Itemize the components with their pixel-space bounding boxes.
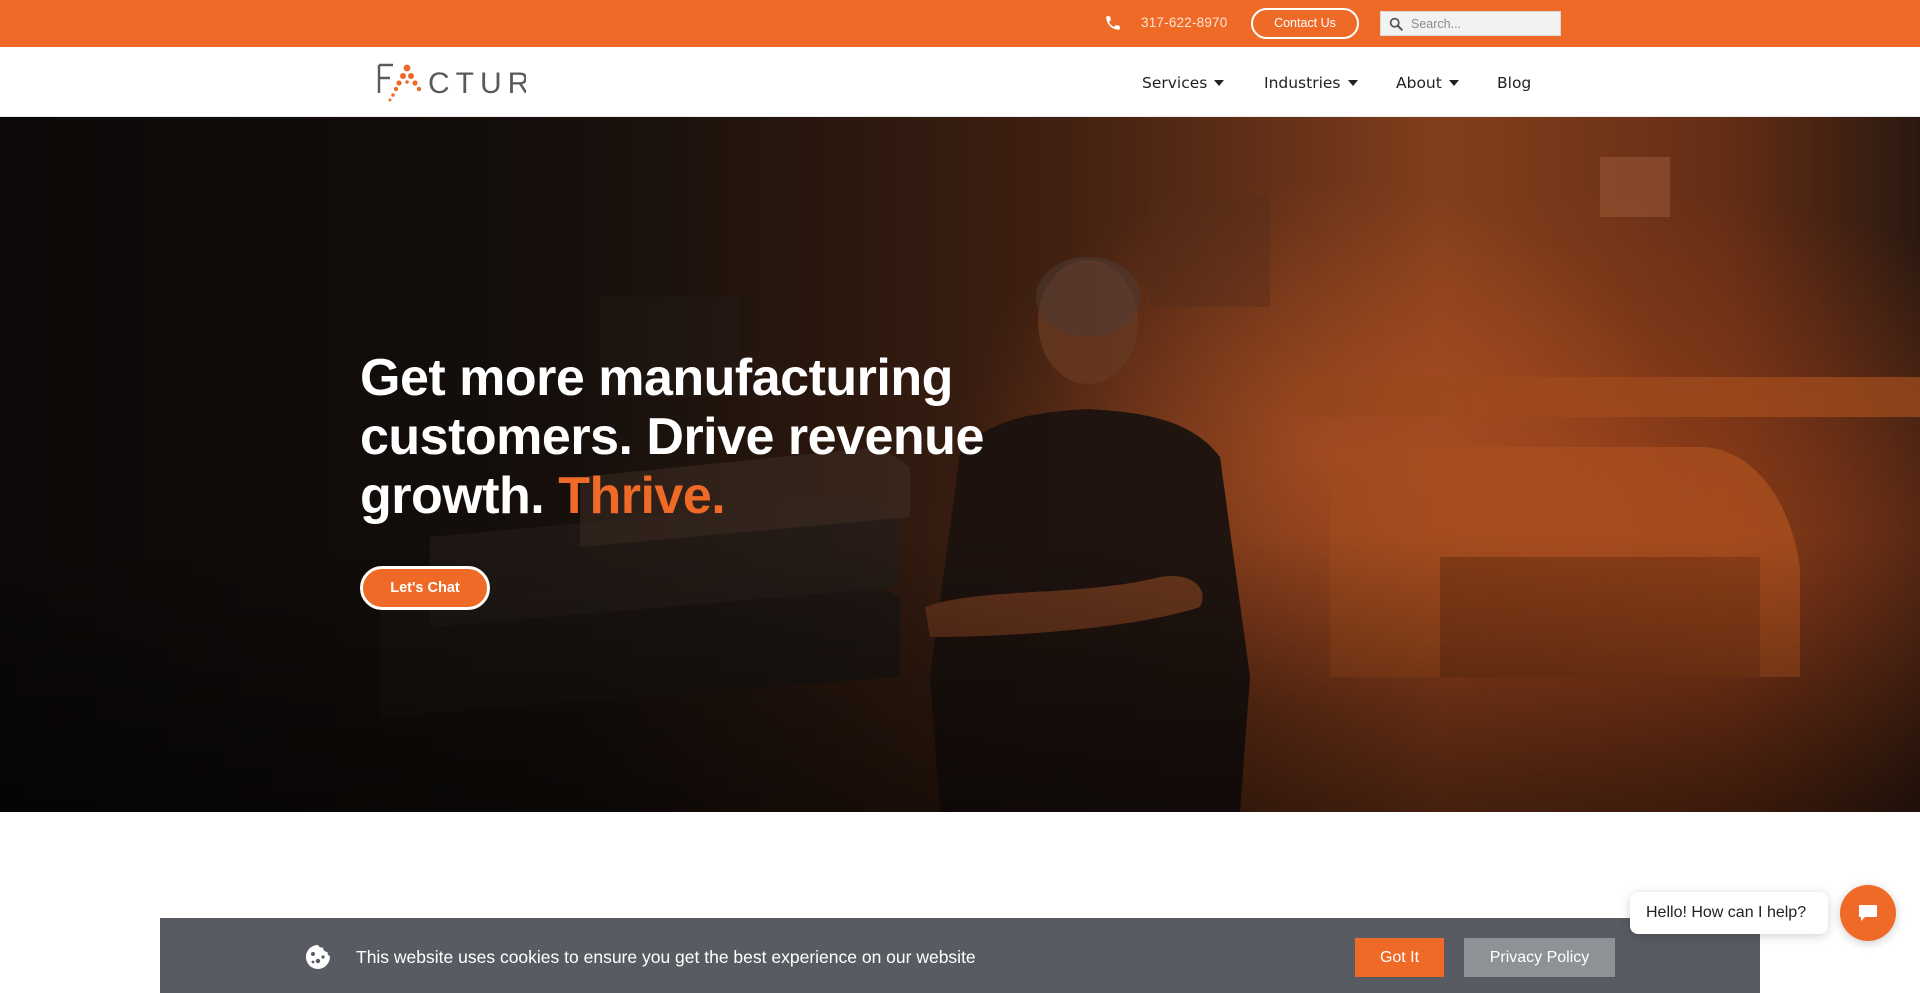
lets-chat-button[interactable]: Let's Chat bbox=[360, 566, 490, 610]
nav-item-label: Blog bbox=[1497, 74, 1532, 92]
cookie-icon bbox=[306, 945, 330, 969]
nav-item-services[interactable]: Services bbox=[1142, 70, 1225, 96]
nav-item-label: About bbox=[1396, 74, 1442, 92]
nav-item-blog[interactable]: Blog bbox=[1497, 70, 1531, 96]
phone-icon bbox=[1106, 16, 1120, 30]
search-icon[interactable] bbox=[1389, 17, 1403, 31]
cookie-message: This website uses cookies to ensure you … bbox=[356, 947, 976, 967]
search-input[interactable] bbox=[1411, 14, 1557, 34]
nav-item-about[interactable]: About bbox=[1396, 70, 1459, 96]
privacy-policy-button[interactable]: Privacy Policy bbox=[1464, 938, 1615, 977]
caret-down-icon bbox=[1347, 79, 1358, 86]
cookie-accept-button[interactable]: Got It bbox=[1355, 938, 1444, 977]
hero-section: Get more manufacturing customers. Drive … bbox=[0, 117, 1920, 812]
caret-down-icon bbox=[1214, 79, 1225, 86]
caret-down-icon bbox=[1448, 79, 1459, 86]
nav-item-label: Industries bbox=[1264, 74, 1341, 92]
main-header: CTUR Services Industries About Blog bbox=[0, 47, 1920, 117]
hero-headline-accent: Thrive. bbox=[558, 467, 726, 525]
contact-us-button[interactable]: Contact Us bbox=[1251, 8, 1359, 39]
nav-item-label: Services bbox=[1142, 74, 1208, 92]
chat-icon bbox=[1859, 905, 1877, 921]
top-utility-bar: 317-622-8970 Contact Us bbox=[0, 0, 1920, 47]
phone-number-link[interactable]: 317-622-8970 bbox=[1141, 14, 1227, 32]
chat-launcher-button[interactable] bbox=[1840, 885, 1896, 941]
cookie-consent-banner: This website uses cookies to ensure you … bbox=[160, 918, 1760, 993]
primary-nav: Services Industries About Blog bbox=[0, 70, 1920, 96]
chat-greeting-bubble[interactable]: Hello! How can I help? bbox=[1630, 892, 1828, 934]
nav-item-industries[interactable]: Industries bbox=[1264, 70, 1358, 96]
search-box bbox=[1380, 11, 1561, 36]
hero-headline: Get more manufacturing customers. Drive … bbox=[360, 349, 1040, 526]
